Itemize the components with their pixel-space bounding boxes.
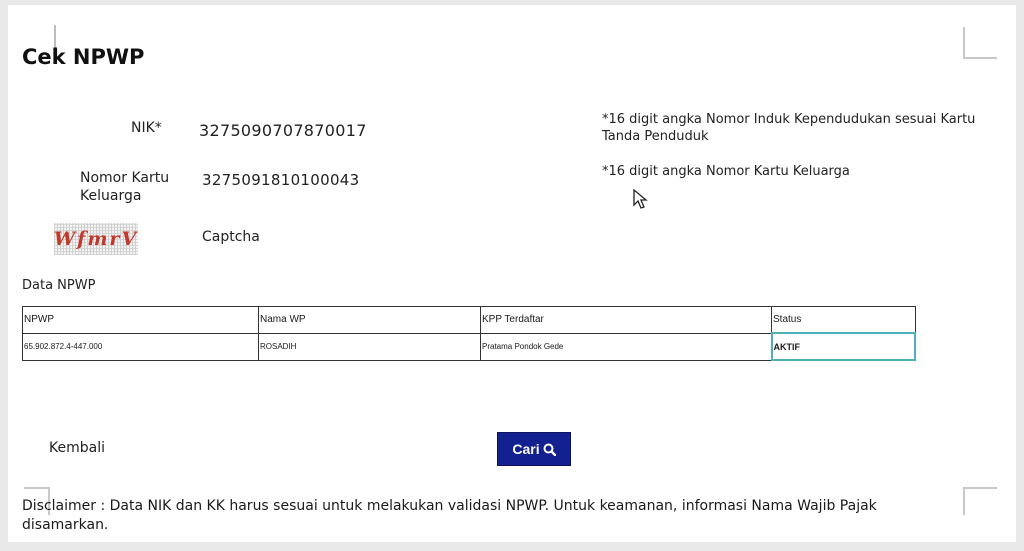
captcha-input[interactable]: Captcha [202, 229, 260, 245]
cell-kpp: Pratama Pondok Gede [480, 332, 772, 361]
search-button-label: Cari [512, 441, 540, 457]
kk-label: Nomor Kartu Keluarga [80, 170, 170, 204]
search-icon [543, 443, 556, 456]
captcha-image: WfmrV [54, 223, 138, 255]
npwp-table: NPWP Nama WP KPP Terdaftar Status 65.902… [22, 306, 916, 361]
disclaimer-text: Disclaimer : Data NIK dan KK harus sesua… [22, 498, 877, 533]
kk-hint: *16 digit angka Nomor Kartu Keluarga [602, 164, 850, 179]
nik-label: NIK* [131, 120, 162, 136]
table-header-row: NPWP Nama WP KPP Terdaftar Status [22, 306, 916, 334]
nik-hint: *16 digit angka Nomor Induk Kependudukan… [602, 112, 976, 144]
page-title: Cek NPWP [22, 45, 145, 69]
nik-input[interactable]: 3275090707870017 [199, 121, 367, 140]
cursor-icon [633, 189, 648, 209]
data-npwp-heading: Data NPWP [22, 278, 96, 293]
column-header-status: Status [771, 306, 916, 334]
cell-npwp: 65.902.872.4-447.000 [22, 332, 259, 361]
column-header-kpp: KPP Terdaftar [480, 306, 772, 334]
status-badge: AKTIF [770, 332, 916, 361]
search-button[interactable]: Cari [497, 432, 571, 466]
table-row: 65.902.872.4-447.000 ROSADIH Pratama Pon… [22, 332, 916, 361]
column-header-nama-wp: Nama WP [258, 306, 481, 334]
kk-input[interactable]: 3275091810100043 [202, 171, 360, 189]
back-link[interactable]: Kembali [49, 440, 105, 456]
corner-mark [963, 487, 997, 515]
cell-nama-wp: ROSADIH [258, 332, 481, 361]
column-header-npwp: NPWP [22, 306, 259, 334]
corner-mark [963, 27, 997, 59]
page: Cek NPWP NIK* 3275090707870017 *16 digit… [8, 5, 1016, 542]
